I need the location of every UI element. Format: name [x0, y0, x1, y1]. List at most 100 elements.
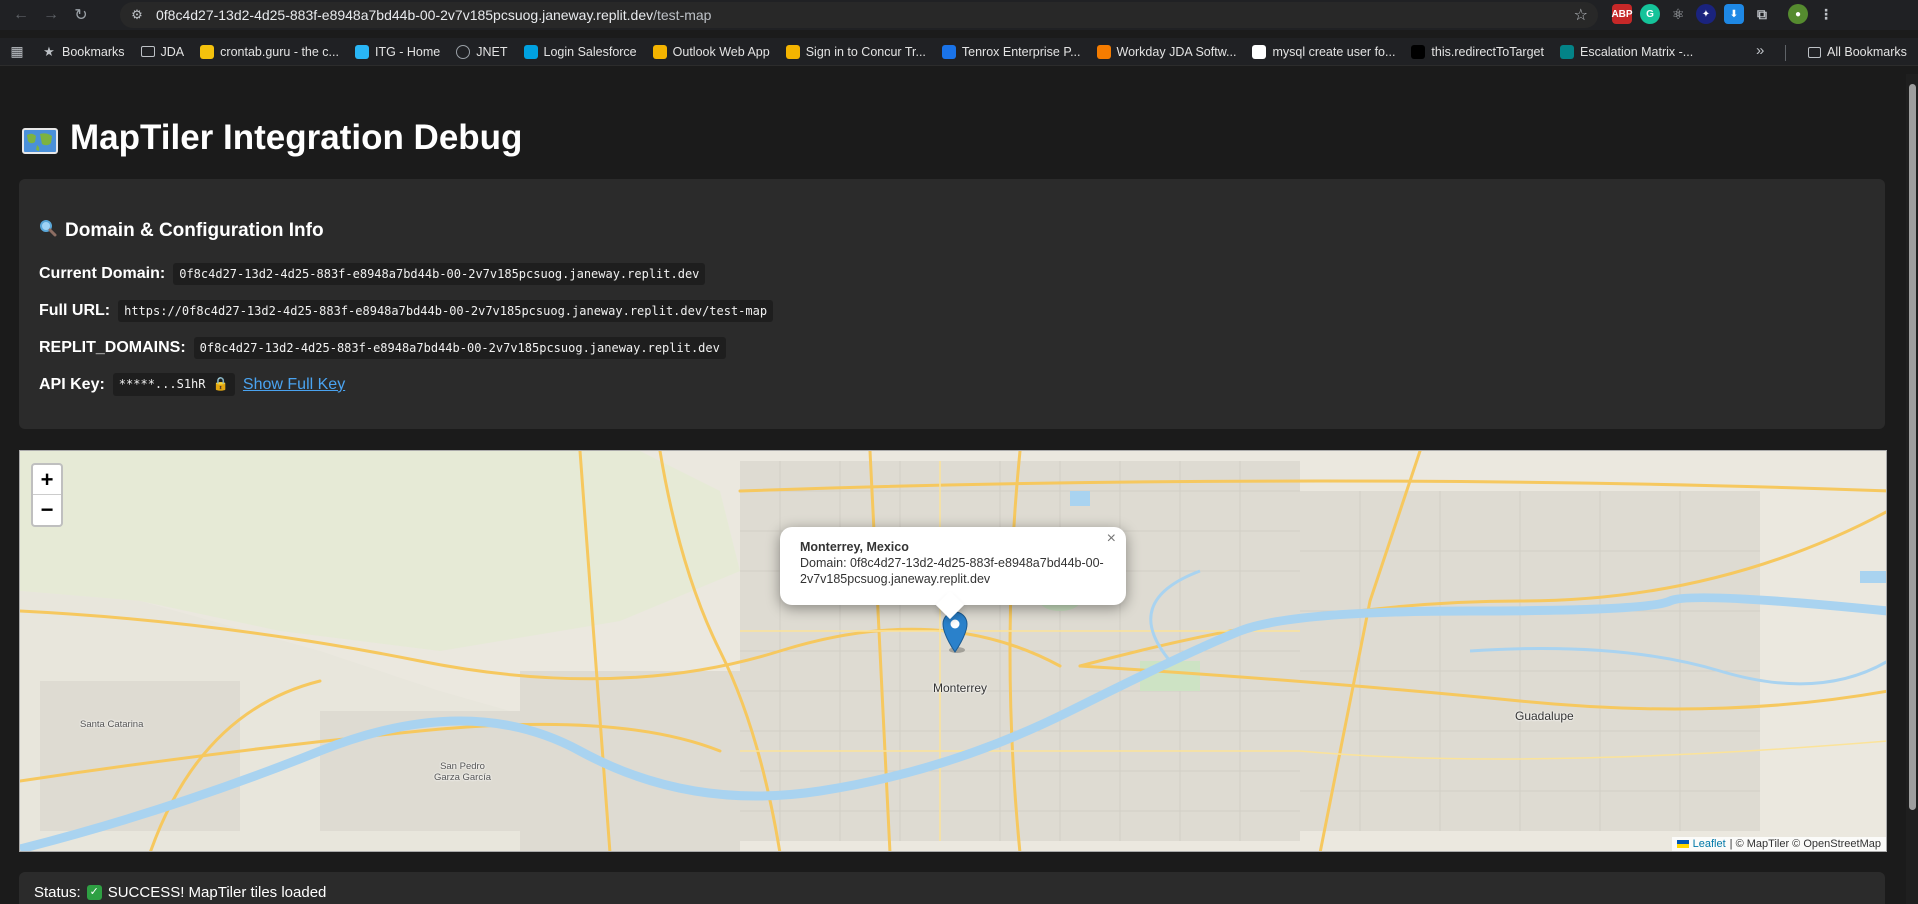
bookmark-item[interactable]: Sign in to Concur Tr... — [778, 40, 934, 64]
download-icon[interactable]: ⬇ — [1724, 4, 1744, 24]
bookmark-item[interactable]: Tenrox Enterprise P... — [934, 40, 1089, 64]
city-label-monterrey: Monterrey — [933, 681, 988, 695]
api-key-row: API Key: *****...S1hR 🔒 Show Full Key — [39, 373, 345, 396]
bookmark-label: Workday JDA Softw... — [1116, 44, 1237, 59]
bookmark-item[interactable]: ITG - Home — [347, 40, 448, 64]
medium-icon — [1411, 44, 1426, 59]
map-container[interactable]: + − Monterrey Guadalupe Santa Catarina S… — [19, 450, 1887, 852]
zoom-out-button[interactable]: − — [33, 495, 61, 525]
config-info-card: Domain & Configuration Info Current Doma… — [19, 179, 1885, 429]
apps-grid-icon[interactable]: ▦ — [0, 43, 34, 60]
forward-icon[interactable]: → — [36, 0, 66, 30]
map-popup: × Monterrey, Mexico Domain: 0f8c4d27-13d… — [780, 527, 1126, 620]
full-url-value: https://0f8c4d27-13d2-4d25-883f-e8948a7b… — [118, 300, 774, 322]
url-text[interactable]: 0f8c4d27-13d2-4d25-883f-e8948a7bd44b-00-… — [156, 7, 711, 23]
reload-icon[interactable]: ↻ — [66, 0, 96, 30]
city-label-guadalupe: Guadalupe — [1515, 709, 1574, 723]
react-devtools-icon[interactable]: ⚛ — [1668, 4, 1688, 24]
bookmark-label: mysql create user fo... — [1272, 44, 1396, 59]
replit-domains-label: REPLIT_DOMAINS: — [39, 339, 186, 356]
page-title: MapTiler Integration Debug — [22, 118, 522, 158]
popup-title: Monterrey, Mexico — [800, 540, 909, 554]
grammarly-icon[interactable]: G — [1640, 4, 1660, 24]
extensions-bar: ABP G ⚛ ✦ ⬇ ⧉ ● ⋮ — [1611, 4, 1836, 24]
check-mark-icon: ✓ — [86, 884, 102, 900]
popup-body: Domain: 0f8c4d27-13d2-4d25-883f-e8948a7b… — [800, 556, 1104, 586]
bookmark-star-icon[interactable]: ☆ — [1574, 5, 1588, 25]
location-marker-icon[interactable] — [942, 611, 968, 653]
replit-domains-value: 0f8c4d27-13d2-4d25-883f-e8948a7bd44b-00-… — [193, 337, 726, 359]
bookmark-item[interactable]: Login Salesforce — [516, 40, 645, 64]
show-full-key-link[interactable]: Show Full Key — [243, 376, 345, 394]
bookmark-item[interactable]: ★ Bookmarks — [34, 40, 133, 64]
bookmark-label: Outlook Web App — [672, 44, 770, 59]
popup-close-button[interactable]: × — [1107, 531, 1116, 547]
menu-kebab-icon[interactable]: ⋮ — [1816, 4, 1836, 24]
bookmark-label: this.redirectToTarget — [1431, 44, 1544, 59]
replit-domains-row: REPLIT_DOMAINS: 0f8c4d27-13d2-4d25-883f-… — [39, 337, 726, 359]
google-icon — [1252, 44, 1267, 59]
globe-icon — [456, 44, 471, 59]
back-icon[interactable]: ← — [6, 0, 36, 30]
card-title: Domain & Configuration Info — [39, 219, 324, 243]
folder-icon — [140, 46, 155, 57]
attribution-text: | © MapTiler © OpenStreetMap — [1729, 838, 1881, 850]
bookmark-label: ITG - Home — [374, 44, 441, 59]
map-attribution: Leaflet | © MapTiler © OpenStreetMap — [1671, 837, 1886, 851]
bookmark-item[interactable]: JDA — [133, 40, 193, 64]
bookmark-label: Tenrox Enterprise P... — [961, 44, 1081, 59]
adblock-icon[interactable]: ABP — [1611, 4, 1633, 24]
bookmarks-list: ★ Bookmarks JDA crontab.guru - the c... ITG … — [34, 40, 1701, 64]
more-bookmarks-icon[interactable]: » — [1756, 42, 1764, 59]
status-label: Status: — [34, 883, 81, 901]
workday-icon — [1096, 44, 1111, 59]
page-title-text: MapTiler Integration Debug — [70, 118, 523, 157]
world-map-icon — [22, 124, 58, 154]
bookmark-label: Bookmarks — [62, 44, 125, 59]
zoom-in-button[interactable]: + — [33, 465, 61, 495]
current-domain-value: 0f8c4d27-13d2-4d25-883f-e8948a7bd44b-00-… — [173, 263, 706, 285]
extensions-puzzle-icon[interactable]: ⧉ — [1752, 4, 1772, 24]
sharepoint-icon — [1559, 44, 1574, 59]
magnifier-icon — [39, 219, 57, 243]
zoom-control: + − — [31, 463, 63, 527]
api-key-value: *****...S1hR — [118, 377, 206, 391]
bookmark-item[interactable]: Outlook Web App — [645, 40, 778, 64]
star-icon: ★ — [43, 43, 55, 59]
bookmark-item[interactable]: crontab.guru - the c... — [192, 40, 347, 64]
current-domain-row: Current Domain: 0f8c4d27-13d2-4d25-883f-… — [39, 263, 706, 285]
city-label-santa-catarina: Santa Catarina — [80, 719, 144, 730]
page-scrollbar[interactable] — [1906, 74, 1918, 904]
full-url-label: Full URL: — [39, 302, 111, 319]
current-domain-label: Current Domain: — [39, 265, 166, 282]
bookmark-item[interactable]: JNET — [448, 40, 515, 64]
browser-toolbar: ← → ↻ ⚙ 0f8c4d27-13d2-4d25-883f-e8948a7b… — [0, 0, 1918, 30]
crontab-icon — [200, 44, 215, 59]
leaflet-link[interactable]: Leaflet — [1693, 838, 1726, 850]
concur-icon — [785, 44, 800, 59]
bookmarks-bar: ▦ ★ Bookmarks JDA crontab.guru - the c... IT… — [0, 38, 1918, 66]
scrollbar-thumb[interactable] — [1909, 84, 1916, 810]
all-bookmarks-button[interactable]: All Bookmarks — [1800, 40, 1915, 64]
profile-avatar-icon[interactable]: ● — [1788, 4, 1808, 24]
api-key-box: *****...S1hR 🔒 — [112, 373, 235, 396]
bookmark-item[interactable]: Escalation Matrix -... — [1552, 40, 1701, 64]
bookmark-item[interactable]: this.redirectToTarget — [1403, 40, 1552, 64]
all-bookmarks-label: All Bookmarks — [1827, 45, 1907, 59]
bookmarks-divider — [1785, 45, 1786, 61]
bookmark-label: JDA — [160, 44, 185, 59]
salesforce-icon — [523, 44, 538, 59]
status-panel: Status: ✓ SUCCESS! MapTiler tiles loaded — [19, 872, 1885, 904]
site-info-icon[interactable]: ⚙ — [124, 7, 150, 23]
bookmark-item[interactable]: Workday JDA Softw... — [1089, 40, 1245, 64]
bookmark-item[interactable]: mysql create user fo... — [1244, 40, 1403, 64]
tenrox-icon — [941, 44, 956, 59]
ukraine-flag-icon — [1676, 840, 1689, 848]
folder-icon — [1808, 46, 1821, 58]
extension-star-icon[interactable]: ✦ — [1696, 4, 1716, 24]
api-key-label: API Key: — [39, 375, 105, 393]
itg-icon — [354, 44, 369, 59]
address-bar[interactable]: ⚙ 0f8c4d27-13d2-4d25-883f-e8948a7bd44b-0… — [120, 2, 1598, 28]
bookmark-label: Sign in to Concur Tr... — [805, 44, 926, 59]
bookmark-label: crontab.guru - the c... — [220, 44, 339, 59]
